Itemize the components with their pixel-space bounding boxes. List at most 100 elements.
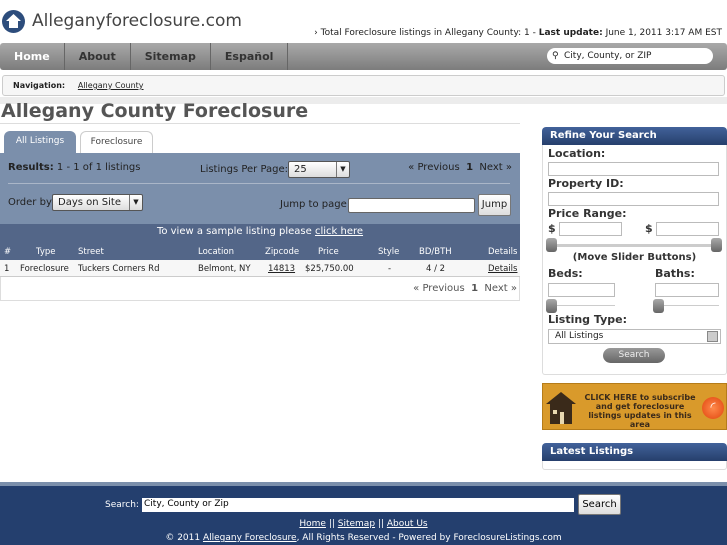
zipcode-link[interactable]: 14813 [268,264,295,274]
chevron-down-icon [707,331,718,342]
price-min-input[interactable] [559,222,622,236]
jump-button[interactable]: Jump [478,194,511,216]
footer-about-link[interactable]: About Us [387,519,428,529]
beds-input[interactable] [548,283,615,297]
refine-title: Refine Your Search [542,127,727,145]
nav-home[interactable]: Home [0,43,65,70]
tab-foreclosure[interactable]: Foreclosure [80,131,153,154]
baths-input[interactable] [655,283,719,297]
col-price: Price [318,247,339,257]
chevron-down-icon: ▼ [336,162,349,177]
table-row: 1 Foreclosure Tuckers Corners Rd Belmont… [0,260,520,277]
sample-link[interactable]: click here [315,226,363,237]
col-type: Type [36,247,56,257]
latest-listings-title: Latest Listings [542,443,727,461]
slider-hint: (Move Slider Buttons) [572,252,697,263]
location-input[interactable] [548,162,719,176]
copyright-link[interactable]: Allegany Foreclosure [203,533,297,543]
current-page: 1 [471,283,479,294]
details-link[interactable]: Details [488,264,517,274]
rss-icon: ◜ [702,397,724,419]
rss-subscribe-banner[interactable]: CLICK HERE to subscribe and get foreclos… [542,383,727,430]
footer-search-value: City, County or Zip [144,499,229,509]
separator: || [375,519,387,529]
total-text: Total Foreclosure listings in Allegany C… [320,28,539,38]
per-page-select[interactable]: 25 ▼ [288,161,350,178]
price-slider-max-handle[interactable] [711,238,722,252]
breadcrumb-label: Navigation: [13,81,66,90]
prev-link[interactable]: « Previous [413,283,465,294]
last-update-label: Last update: [538,28,603,38]
results-panel: Results: 1 - 1 of 1 listings Listings Pe… [0,153,520,224]
order-select[interactable]: Days on Site ▼ [52,194,143,211]
separator: || [325,519,338,529]
sample-text: To view a sample listing please [156,226,315,237]
baths-slider-handle[interactable] [653,299,664,313]
listing-type-label: Listing Type: [548,313,627,326]
cell-location: Belmont, NY [198,264,251,274]
col-number: # [4,247,12,257]
results-label: Results: [8,162,54,173]
cell-bdbth: 4 / 2 [426,264,446,274]
col-street: Street [78,247,104,257]
price-range-label: Price Range: [548,207,627,220]
col-location: Location [198,247,234,257]
tab-all-listings[interactable]: All Listings [4,131,76,154]
footer-search-label: Search: [105,500,139,510]
table-header: # Type Street Location Zipcode Price Sty… [0,243,520,260]
sidebar-search-button[interactable]: Search [603,348,665,363]
dollar-sign: $ [548,222,556,235]
bottom-pagination: « Previous 1 Next » [0,277,520,301]
next-link[interactable]: Next » [484,283,517,294]
baths-label: Baths: [655,267,695,280]
prev-link[interactable]: « Previous [408,162,460,173]
divider [0,123,520,124]
page-title: Allegany County Foreclosure [1,100,309,122]
next-link[interactable]: Next » [479,162,512,173]
per-page-label: Listings Per Page: [200,164,289,175]
results-value: 1 - 1 of 1 listings [53,162,141,173]
footer-search-button[interactable]: Search [578,494,621,515]
footer-search-input[interactable]: City, County or Zip [142,498,574,512]
site-title[interactable]: Alleganyforeclosure.com [32,11,242,31]
baths-slider-track [658,305,719,306]
beds-slider-handle[interactable] [546,299,557,313]
jump-label: Jump to page [280,199,347,210]
location-label: Location: [548,147,606,160]
jump-input[interactable] [348,198,475,213]
copyright-post: , All Rights Reserved - Powered by Forec… [296,533,562,543]
breadcrumb: Navigation: Allegany County [2,75,725,96]
footer-sitemap-link[interactable]: Sitemap [338,519,375,529]
cell-price: $25,750.00 [305,264,354,274]
house-logo-icon [2,10,25,33]
nav-sitemap[interactable]: Sitemap [131,43,211,70]
house-icon [546,392,576,424]
property-id-input[interactable] [548,192,719,206]
top-pagination: « Previous 1 Next » [408,162,512,173]
search-placeholder: City, County, or ZIP [564,51,652,61]
breadcrumb-link[interactable]: Allegany County [78,81,144,90]
listing-type-select[interactable]: All Listings [548,329,721,344]
nav-about[interactable]: About [65,43,131,70]
last-update-value: June 1, 2011 3:17 AM EST [602,28,722,38]
cell-type: Foreclosure [20,264,69,274]
sample-notice: To view a sample listing please click he… [0,224,520,243]
footer-home-link[interactable]: Home [299,519,326,529]
price-slider-min-handle[interactable] [546,238,557,252]
beds-label: Beds: [548,267,583,280]
listing-type-value: All Listings [555,331,604,341]
rss-text: CLICK HERE to subscribe and get foreclos… [584,393,696,429]
price-max-input[interactable] [656,222,719,236]
dollar-sign: $ [645,222,653,235]
nav-espanol[interactable]: Español [211,43,289,70]
chevron-down-icon: ▼ [129,195,142,210]
listing-summary: › Total Foreclosure listings in Allegany… [314,28,722,38]
col-bdbth: BD/BTH [419,247,452,257]
order-label: Order by [8,197,52,208]
nav-search-input[interactable]: ⚲ City, County, or ZIP [547,48,713,64]
results-count: Results: 1 - 1 of 1 listings [8,162,141,173]
order-value: Days on Site [58,197,121,208]
price-slider-track [551,244,717,247]
col-zipcode: Zipcode [265,247,300,257]
current-page: 1 [466,162,474,173]
